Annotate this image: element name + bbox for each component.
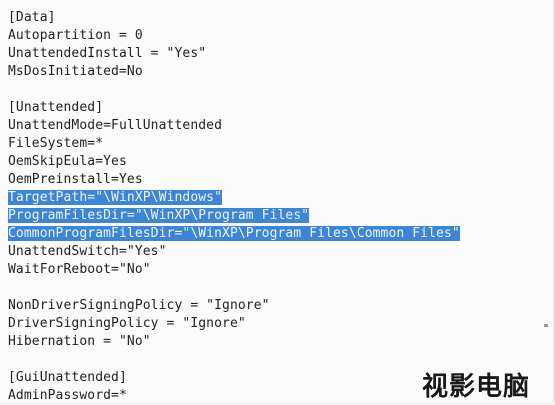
- text-line[interactable]: UnattendMode=FullUnattended: [8, 117, 547, 135]
- text-line[interactable]: OemPreinstall=Yes: [8, 171, 547, 189]
- line-content: UnattendMode=FullUnattended: [8, 118, 223, 133]
- line-content: UnattendedInstall = "Yes": [8, 46, 207, 61]
- line-content: ProgramFilesDir="\WinXP\Program Files": [8, 208, 310, 223]
- line-content: DriverSigningPolicy = "Ignore": [8, 316, 246, 331]
- text-line[interactable]: DriverSigningPolicy = "Ignore": [8, 315, 547, 333]
- line-content: MsDosInitiated=No: [8, 64, 143, 79]
- line-content: CommonProgramFilesDir="\WinXP\Program Fi…: [8, 226, 460, 241]
- line-content: UnattendSwitch="Yes": [8, 244, 167, 259]
- selected-text-line[interactable]: TargetPath="\WinXP\Windows": [8, 189, 547, 207]
- blank-line[interactable]: [8, 279, 547, 297]
- line-content: [Data]: [8, 10, 56, 25]
- line-content: [GuiUnattended]: [8, 370, 127, 385]
- selected-text-line[interactable]: ProgramFilesDir="\WinXP\Program Files": [8, 207, 547, 225]
- text-line[interactable]: MsDosInitiated=No: [8, 63, 547, 81]
- line-content: Autopartition = 0: [8, 28, 143, 43]
- text-line[interactable]: UnattendSwitch="Yes": [8, 243, 547, 261]
- blank-line[interactable]: [8, 81, 547, 99]
- editor-text-area[interactable]: [Data] Autopartition = 0 UnattendedInstall…: [8, 9, 547, 405]
- line-content: [Unattended]: [8, 100, 104, 115]
- line-content: OemPreinstall=Yes: [8, 172, 143, 187]
- text-editor[interactable]: [Data] Autopartition = 0 UnattendedInstall…: [0, 0, 555, 405]
- text-line[interactable]: WaitForReboot="No": [8, 261, 547, 279]
- line-content: OemSkipEula=Yes: [8, 154, 127, 169]
- text-line[interactable]: FileSystem=*: [8, 135, 547, 153]
- text-line[interactable]: [Unattended]: [8, 99, 547, 117]
- line-content: TargetPath="\WinXP\Windows": [8, 190, 223, 205]
- selected-text-line[interactable]: CommonProgramFilesDir="\WinXP\Program Fi…: [8, 225, 547, 243]
- line-content: NonDriverSigningPolicy = "Ignore": [8, 298, 270, 313]
- text-line[interactable]: OemSkipEula=Yes: [8, 153, 547, 171]
- watermark-logo: 视影电脑: [422, 372, 531, 402]
- text-line[interactable]: NonDriverSigningPolicy = "Ignore": [8, 297, 547, 315]
- line-content: AdminPassword=*: [8, 388, 127, 403]
- line-content: FileSystem=*: [8, 136, 104, 151]
- text-line[interactable]: UnattendedInstall = "Yes": [8, 45, 547, 63]
- line-content: Hibernation = "No": [8, 334, 151, 349]
- text-line[interactable]: Hibernation = "No": [8, 333, 547, 351]
- text-line[interactable]: Autopartition = 0: [8, 27, 547, 45]
- scroll-marker: [544, 324, 548, 327]
- line-content: WaitForReboot="No": [8, 262, 151, 277]
- text-line[interactable]: [Data]: [8, 9, 547, 27]
